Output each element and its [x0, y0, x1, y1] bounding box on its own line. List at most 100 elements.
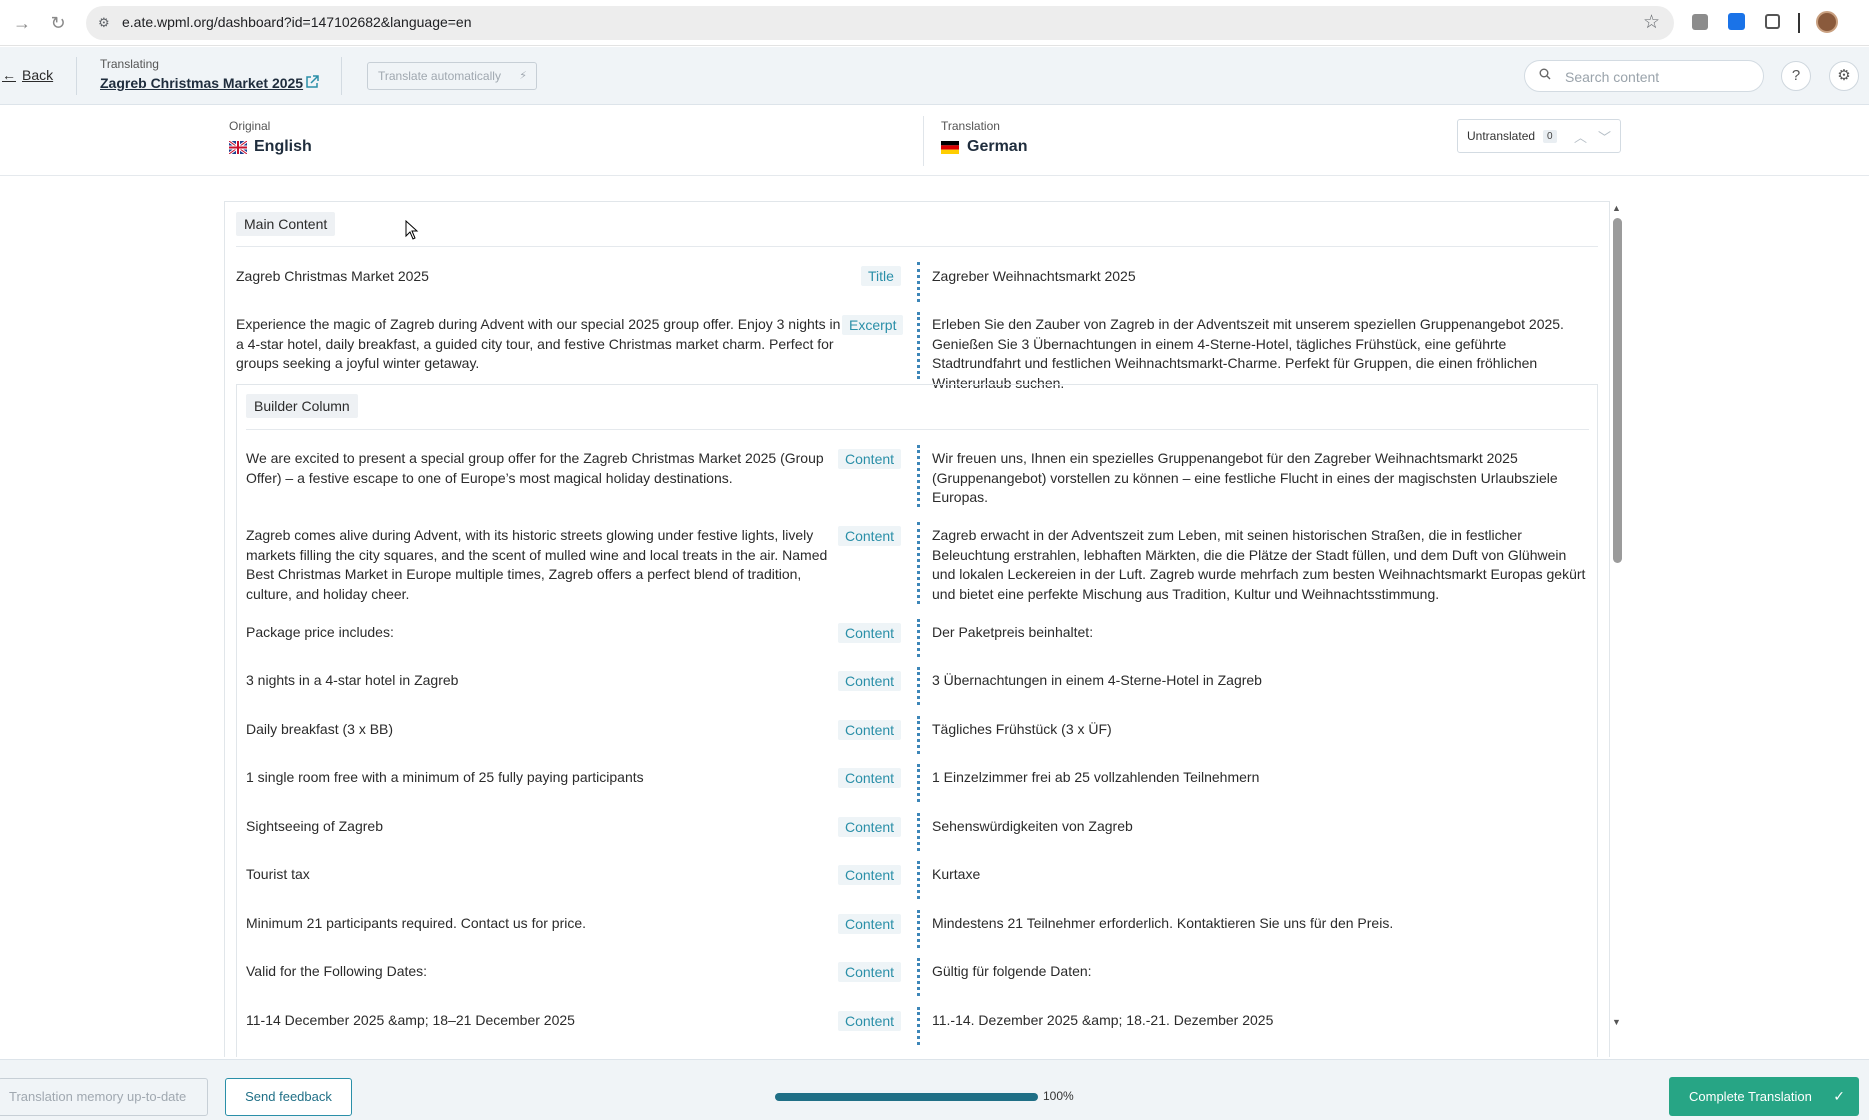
extensions-puzzle-icon[interactable]	[1765, 14, 1780, 29]
back-link[interactable]: ← Back	[2, 67, 53, 83]
section-divider	[246, 429, 1589, 430]
untranslated-label: Untranslated	[1467, 129, 1536, 143]
translation-text[interactable]: Erleben Sie den Zauber von Zagreb in der…	[932, 315, 1597, 393]
progress-bar	[775, 1093, 1038, 1101]
scroll-down-icon[interactable]: ▼	[1612, 1017, 1621, 1027]
segment-divider	[917, 1007, 920, 1045]
source-text: 11-14 December 2025 &amp; 18–21 December…	[246, 1012, 575, 1028]
source-text: Zagreb comes alive during Advent, with i…	[246, 527, 828, 602]
address-bar[interactable]: ⚙ e.ate.wpml.org/dashboard?id=147102682&…	[86, 6, 1674, 40]
source-text: Zagreb Christmas Market 2025	[236, 268, 429, 284]
field-type-badge: Content	[838, 914, 902, 934]
avatar[interactable]	[1816, 11, 1838, 33]
translation-text[interactable]: Der Paketpreis beinhaltet:	[932, 623, 1582, 643]
translation-text[interactable]: 11.-14. Dezember 2025 &amp; 18.-21. Deze…	[932, 1011, 1582, 1031]
lightning-icon: ⚡	[519, 70, 527, 82]
translation-text[interactable]: Sehenswürdigkeiten von Zagreb	[932, 817, 1582, 837]
mouse-cursor-icon	[405, 220, 419, 240]
source-text: We are excited to present a special grou…	[246, 450, 824, 486]
help-icon[interactable]: ?	[1781, 61, 1811, 91]
untranslated-count: 0	[1543, 130, 1557, 143]
back-label[interactable]: Back	[22, 67, 53, 83]
chevron-down-icon[interactable]: ﹀	[1598, 127, 1611, 146]
progress-fill	[775, 1093, 1038, 1101]
segment-divider	[917, 716, 920, 754]
source-text: Minimum 21 participants required. Contac…	[246, 915, 587, 931]
translation-text[interactable]: Wir freuen uns, Ihnen ein spezielles Gru…	[932, 449, 1582, 508]
segment-divider	[917, 445, 920, 507]
translating-label: Translating	[100, 57, 159, 71]
field-type-badge: Content	[838, 720, 902, 740]
translation-text[interactable]: 3 Übernachtungen in einem 4-Sterne-Hotel…	[932, 671, 1582, 691]
reload-icon[interactable]: ↻	[46, 11, 70, 35]
source-text: 1 single room free with a minimum of 25 …	[246, 769, 644, 785]
field-type-badge: Content	[838, 817, 902, 837]
translation-language-name: German	[967, 138, 1028, 155]
segment-divider	[917, 522, 920, 604]
field-type-badge: Title	[861, 266, 901, 286]
browser-toolbar: → ↻ ⚙ e.ate.wpml.org/dashboard?id=147102…	[0, 0, 1869, 46]
search-input[interactable]	[1565, 67, 1755, 87]
gear-icon[interactable]: ⚙	[1829, 61, 1859, 91]
segment-divider	[917, 910, 920, 948]
original-language-name: English	[254, 138, 312, 155]
search-icon	[1539, 68, 1551, 80]
segment-divider	[917, 861, 920, 899]
translation-editor: Main Content Zagreb Christmas Market 202…	[224, 201, 1610, 1057]
forward-icon[interactable]: →	[10, 11, 34, 35]
app-header: ← Back Translating Zagreb Christmas Marke…	[0, 47, 1869, 105]
field-type-badge: Content	[838, 671, 902, 691]
uk-flag-icon	[229, 141, 247, 154]
extension-blue-icon[interactable]	[1728, 13, 1745, 30]
progress-label: 100%	[1043, 1089, 1074, 1103]
field-type-badge: Content	[838, 1011, 902, 1031]
translation-text[interactable]: Zagreber Weihnachtsmarkt 2025	[932, 267, 1592, 287]
url-text[interactable]: e.ate.wpml.org/dashboard?id=147102682&la…	[122, 14, 472, 30]
german-flag-icon	[941, 141, 959, 154]
field-type-badge: Content	[838, 865, 902, 885]
source-text: Daily breakfast (3 x BB)	[246, 721, 394, 737]
builder-column-tag: Builder Column	[246, 394, 358, 418]
field-type-badge: Excerpt	[842, 315, 904, 335]
translation-text[interactable]: Kurtaxe	[932, 865, 1582, 885]
chevron-up-icon[interactable]: ︿	[1574, 127, 1587, 146]
segment-divider	[917, 262, 920, 302]
source-text: Valid for the Following Dates:	[246, 963, 428, 979]
translation-text[interactable]: Mindestens 21 Teilnehmer erforderlich. K…	[932, 914, 1582, 934]
segment-divider	[917, 619, 920, 657]
translation-memory-button[interactable]: Translation memory up-to-date	[0, 1078, 208, 1116]
segment-divider	[917, 813, 920, 851]
language-header: Original English Translation German Untr…	[0, 106, 1869, 176]
header-divider	[76, 57, 77, 95]
source-text: Package price includes:	[246, 624, 394, 640]
translate-automatically-label: Translate automatically	[378, 69, 501, 83]
extension-icon[interactable]	[1692, 14, 1708, 30]
complete-translation-button[interactable]: Complete Translation ✓	[1669, 1077, 1859, 1116]
scrollbar-thumb[interactable]	[1613, 218, 1622, 563]
field-type-badge: Content	[838, 526, 902, 546]
translation-text[interactable]: 1 Einzelzimmer frei ab 25 vollzahlenden …	[932, 768, 1582, 788]
scroll-up-icon[interactable]: ▲	[1612, 203, 1621, 213]
source-text: Sightseeing of Zagreb	[246, 818, 383, 834]
bookmark-star-icon[interactable]: ☆	[1643, 11, 1660, 34]
translation-label: Translation	[941, 119, 1000, 133]
section-divider	[236, 246, 1598, 247]
segment-divider	[917, 958, 920, 996]
translation-text[interactable]: Zagreb erwacht in der Adventszeit zum Le…	[932, 526, 1592, 604]
source-text: 3 nights in a 4-star hotel in Zagreb	[246, 672, 459, 688]
external-link-icon[interactable]	[305, 75, 319, 92]
toolbar-divider	[1798, 13, 1800, 33]
site-settings-icon[interactable]: ⚙	[98, 15, 114, 31]
search-box[interactable]	[1524, 60, 1764, 92]
check-icon: ✓	[1833, 1088, 1845, 1104]
original-label: Original	[229, 119, 271, 133]
translation-text[interactable]: Gültig für folgende Daten:	[932, 962, 1582, 982]
field-type-badge: Content	[838, 962, 902, 982]
segment-divider	[917, 312, 920, 379]
translate-automatically-button[interactable]: Translate automatically ⚡	[367, 62, 537, 90]
content-scrollbar[interactable]: ▲ ▼	[1612, 203, 1622, 1027]
send-feedback-button[interactable]: Send feedback	[225, 1078, 352, 1116]
untranslated-navigator[interactable]: Untranslated 0 ︿ ﹀	[1457, 119, 1621, 153]
translation-text[interactable]: Tägliches Frühstück (3 x ÜF)	[932, 720, 1582, 740]
document-title-link[interactable]: Zagreb Christmas Market 2025	[100, 75, 303, 91]
